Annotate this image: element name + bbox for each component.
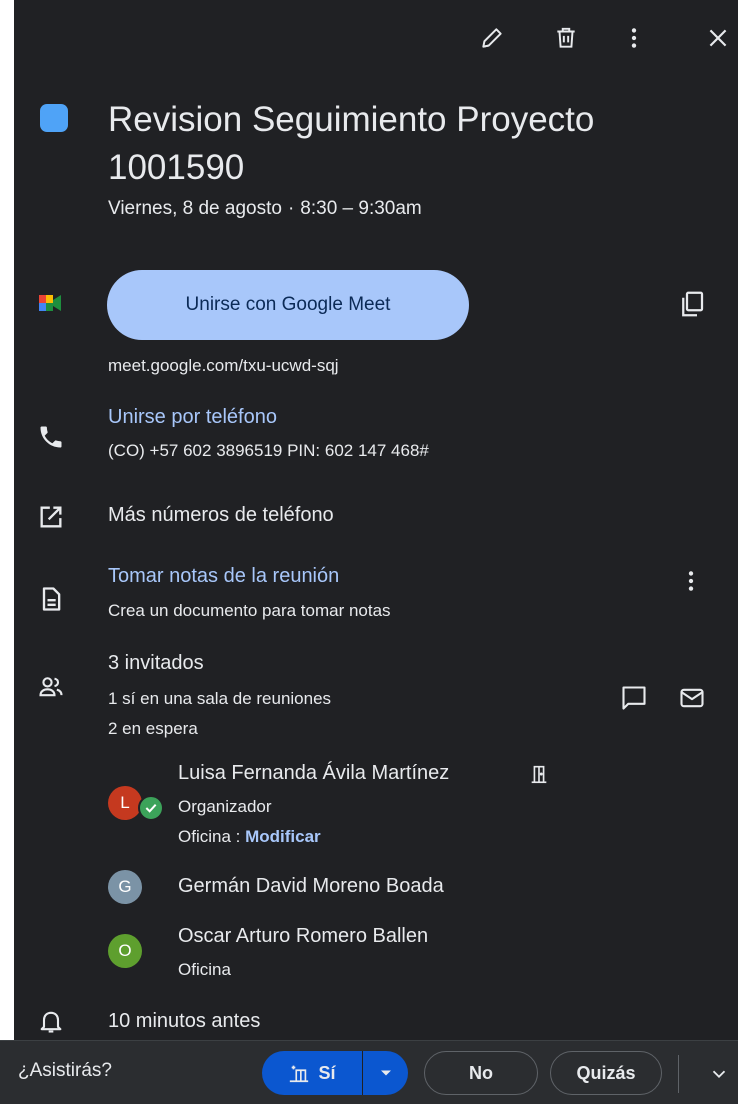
delete-button[interactable] [546,18,586,58]
event-time: 8:30 – 9:30am [300,198,422,219]
meet-link[interactable]: meet.google.com/txu-ucwd-sqj [108,356,339,376]
email-guests-button[interactable] [674,680,710,716]
event-details-panel: Revision Seguimiento Proyecto 1001590 Vi… [0,0,742,1104]
arrow-drop-down-icon [380,1070,391,1076]
guest-status-yes: 1 sí en una sala de reuniones [108,689,332,708]
avatar: O [108,934,142,968]
document-icon [36,584,66,614]
close-icon [709,29,727,47]
location-separator: : [230,827,246,846]
chevron-down-icon [712,1070,726,1079]
more-options-button[interactable] [614,18,654,58]
guest-location: Oficina [178,960,231,979]
copy-icon [682,291,704,317]
close-button[interactable] [698,18,738,58]
modify-location-link[interactable]: Modificar [245,827,321,846]
event-date: Viernes, 8 de agosto [108,198,282,219]
window-edge [0,0,14,1040]
meeting-room-icon [528,763,550,785]
rsvp-yes-label: Sí [318,1062,336,1083]
guest-role: Organizador [178,797,272,816]
avatar: L [108,786,142,820]
bell-icon [36,1006,66,1036]
footer-divider [678,1055,679,1093]
rsvp-yes-dropdown[interactable] [363,1051,408,1095]
notes-description: Crea un documento para tomar notas [108,601,391,620]
rsvp-yes-button[interactable]: Sí [262,1051,362,1095]
copy-link-button[interactable] [674,286,710,322]
accepted-check-icon [138,795,164,821]
expand-rsvp-button[interactable] [700,1055,738,1093]
rsvp-yes-group: Sí [262,1051,408,1095]
event-datetime: Viernes, 8 de agosto · 8:30 – 9:30am [108,198,422,220]
join-by-phone-link[interactable]: Unirse por teléfono [108,406,277,429]
rsvp-bar: ¿Asistirás? Sí No Quizás [0,1040,742,1104]
more-vert-icon [631,28,637,48]
phone-icon [36,422,66,452]
chat-icon [622,686,646,710]
rsvp-maybe-button[interactable]: Quizás [550,1051,662,1095]
meeting-room-add-icon [290,1065,309,1083]
mail-icon [680,688,704,708]
guest-name: Luisa Fernanda Ávila Martínez [178,762,450,784]
window-edge [738,0,742,1104]
datetime-separator: · [287,198,295,219]
notes-more-button[interactable] [676,566,706,596]
phone-details: (CO) +57 602 3896519 PIN: 602 147 468# [108,441,429,460]
more-vert-icon [688,571,694,591]
take-notes-link[interactable]: Tomar notas de la reunión [108,565,339,588]
guest-name: Germán David Moreno Boada [178,875,444,897]
join-meet-button[interactable]: Unirse con Google Meet [107,270,469,340]
edit-button[interactable] [472,18,512,58]
event-color-chip [40,104,68,132]
open-external-icon [36,502,66,532]
guest-status-waiting: 2 en espera [108,719,198,738]
more-phone-numbers-link[interactable]: Más números de teléfono [108,504,334,527]
trash-icon [557,27,575,48]
pencil-icon [482,28,502,48]
guest-name: Oscar Arturo Romero Ballen [178,925,429,947]
guest-location: Oficina [178,827,231,846]
event-title: Revision Seguimiento Proyecto 1001590 [108,100,595,187]
avatar: G [108,870,142,904]
guest-count: 3 invitados [108,652,204,674]
people-icon [36,672,66,702]
chat-guests-button[interactable] [616,680,652,716]
reminder-label: 10 minutos antes [108,1010,261,1032]
guest-location-row: Oficina : Modificar [178,827,321,847]
rsvp-no-button[interactable]: No [424,1051,538,1095]
google-meet-icon [36,288,66,318]
rsvp-question: ¿Asistirás? [18,1060,112,1081]
